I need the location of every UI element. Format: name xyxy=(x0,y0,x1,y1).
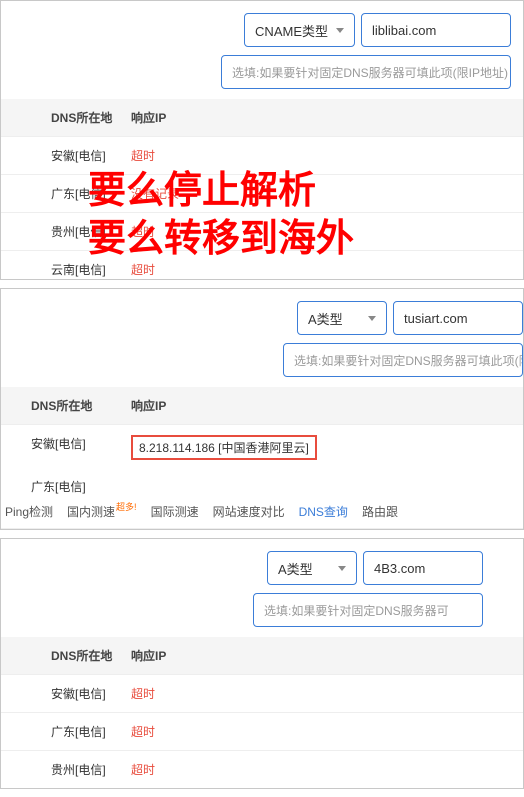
table-row: 贵州[电信] 超时 xyxy=(1,212,523,250)
ip-cell: 超时 xyxy=(121,685,523,702)
tab-dns-query[interactable]: DNS查询 xyxy=(299,503,348,520)
ip-cell: 超时 xyxy=(121,723,523,740)
query-row: CNAME类型 liblibai.com xyxy=(1,1,523,55)
query-row: A类型 4B3.com xyxy=(1,539,523,593)
dns-server-input[interactable]: 选填:如果要针对固定DNS服务器可填此项(限IP地 xyxy=(283,343,523,377)
table-header: DNS所在地 响应IP xyxy=(1,99,523,136)
header-response-ip: 响应IP xyxy=(121,109,523,126)
domain-value: liblibai.com xyxy=(372,23,436,38)
domain-value: tusiart.com xyxy=(404,311,468,326)
header-location: DNS所在地 xyxy=(1,647,121,664)
chevron-down-icon xyxy=(336,28,344,33)
query-row: A类型 tusiart.com xyxy=(1,289,523,343)
header-location: DNS所在地 xyxy=(1,109,121,126)
table-row: 贵州[电信] 超时 xyxy=(1,750,523,788)
ip-cell: 超时 xyxy=(121,147,523,164)
header-response-ip: 响应IP xyxy=(121,397,523,414)
location-cell: 安徽[电信] xyxy=(1,147,121,164)
record-type-value: A类型 xyxy=(308,309,343,328)
table-header: DNS所在地 响应IP xyxy=(1,637,523,674)
tab-ping[interactable]: Ping检测 xyxy=(5,503,53,520)
hint-row: 选填:如果要针对固定DNS服务器可 xyxy=(1,593,523,637)
ip-highlight: 8.218.114.186 [中国香港阿里云] xyxy=(131,435,317,460)
table-row: 云南[电信] 超时 xyxy=(1,250,523,280)
record-type-value: A类型 xyxy=(278,559,313,578)
chevron-down-icon xyxy=(338,566,346,571)
table-row: 安徽[电信] 超时 xyxy=(1,674,523,712)
dns-panel-2: A类型 tusiart.com 选填:如果要针对固定DNS服务器可填此项(限IP… xyxy=(0,288,524,530)
tab-intl[interactable]: 国际测速 xyxy=(151,503,199,520)
table-header: DNS所在地 响应IP xyxy=(1,387,523,424)
header-response-ip: 响应IP xyxy=(121,647,523,664)
record-type-select[interactable]: A类型 xyxy=(267,551,357,585)
record-type-select[interactable]: A类型 xyxy=(297,301,387,335)
location-cell: 广东[电信] xyxy=(1,185,121,202)
ip-cell: 超时 xyxy=(121,223,523,240)
dns-server-input[interactable]: 选填:如果要针对固定DNS服务器可填此项(限IP地址) xyxy=(221,55,511,89)
dns-server-input[interactable]: 选填:如果要针对固定DNS服务器可 xyxy=(253,593,483,627)
location-cell: 贵州[电信] xyxy=(1,761,121,778)
location-cell: 安徽[电信] xyxy=(1,685,121,702)
table-row: 安徽[电信] 超时 xyxy=(1,136,523,174)
tab-domestic[interactable]: 国内测速超多! xyxy=(67,503,137,520)
domain-value: 4B3.com xyxy=(374,561,425,576)
table-row: 安徽[电信] 8.218.114.186 [中国香港阿里云] xyxy=(1,424,523,470)
header-location: DNS所在地 xyxy=(1,397,121,414)
table-row: 广东[电信] 没有记录 xyxy=(1,174,523,212)
hint-row: 选填:如果要针对固定DNS服务器可填此项(限IP地址) xyxy=(1,55,523,99)
location-cell: 云南[电信] xyxy=(1,261,121,278)
domain-input[interactable]: 4B3.com xyxy=(363,551,483,585)
hint-placeholder: 选填:如果要针对固定DNS服务器可 xyxy=(264,602,449,619)
location-cell: 安徽[电信] xyxy=(1,435,121,460)
domain-input[interactable]: liblibai.com xyxy=(361,13,511,47)
ip-cell: 超时 xyxy=(121,261,523,278)
chevron-down-icon xyxy=(368,316,376,321)
tab-speed-compare[interactable]: 网站速度对比 xyxy=(213,503,285,520)
hint-placeholder: 选填:如果要针对固定DNS服务器可填此项(限IP地 xyxy=(294,352,523,369)
table-row: 广东[电信] 超时 xyxy=(1,712,523,750)
location-cell: 贵州[电信] xyxy=(1,223,121,240)
tab-domestic-label: 国内测速 xyxy=(67,505,115,519)
dns-panel-1: CNAME类型 liblibai.com 选填:如果要针对固定DNS服务器可填此… xyxy=(0,0,524,280)
truncated-row: 广东[电信] xyxy=(1,470,523,495)
ip-cell: 8.218.114.186 [中国香港阿里云] xyxy=(121,435,523,460)
tabs-row: Ping检测 国内测速超多! 国际测速 网站速度对比 DNS查询 路由跟 xyxy=(1,495,523,529)
record-type-value: CNAME类型 xyxy=(255,21,328,40)
ip-cell: 没有记录 xyxy=(121,185,523,202)
ip-cell: 超时 xyxy=(121,761,523,778)
domain-input[interactable]: tusiart.com xyxy=(393,301,523,335)
record-type-select[interactable]: CNAME类型 xyxy=(244,13,355,47)
tab-route-trace[interactable]: 路由跟 xyxy=(362,503,398,520)
hint-placeholder: 选填:如果要针对固定DNS服务器可填此项(限IP地址) xyxy=(232,64,508,81)
dns-panel-3: A类型 4B3.com 选填:如果要针对固定DNS服务器可 DNS所在地 响应I… xyxy=(0,538,524,789)
badge-hot: 超多! xyxy=(116,502,137,512)
hint-row: 选填:如果要针对固定DNS服务器可填此项(限IP地 xyxy=(1,343,523,387)
location-cell: 广东[电信] xyxy=(1,723,121,740)
